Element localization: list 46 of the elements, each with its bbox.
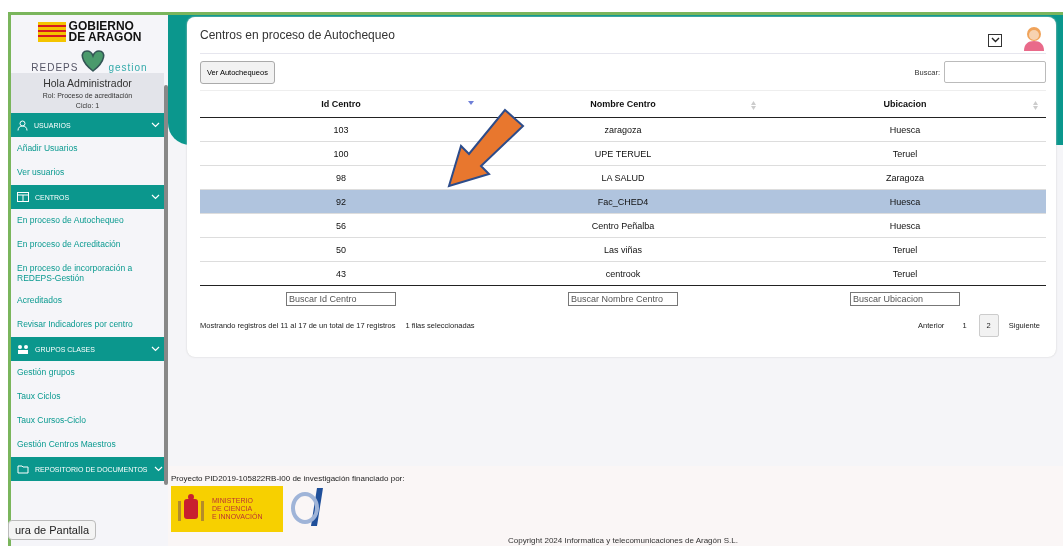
filter-field[interactable]: Buscar Ubicacion — [850, 292, 960, 306]
table-cell: 50 — [200, 237, 482, 262]
table-cell: 43 — [200, 261, 482, 286]
page-title: Centros en proceso de Autochequeo — [200, 28, 396, 42]
table-cell: Centro Peñalba — [482, 213, 764, 238]
user-icon — [17, 119, 28, 131]
column-header[interactable]: Id Centro — [200, 90, 482, 118]
chevron-down-icon — [151, 346, 160, 352]
funding-text: Proyecto PID2019-105822RB-I00 de investigación financiado por: — [171, 474, 406, 483]
filter-field[interactable]: Buscar Id Centro — [286, 292, 396, 306]
table-row[interactable]: 92 Fac_CHED4 Huesca — [200, 189, 1046, 214]
table-cell: 56 — [200, 213, 482, 238]
search-field[interactable] — [944, 61, 1046, 83]
table-cell: Fac_CHED4 — [482, 189, 764, 214]
brand-text: gestion — [108, 62, 148, 73]
table-row[interactable]: 43 centrook Teruel — [200, 261, 1046, 286]
table-cell: centrook — [482, 261, 764, 286]
table-cell: Huesca — [764, 117, 1046, 142]
brand-text: REDEPS — [31, 62, 79, 73]
table-cell: Teruel — [764, 237, 1046, 262]
table-cell: 92 — [200, 189, 482, 214]
logo-text: GOBIERNO DE ARAGON — [68, 21, 142, 43]
chevron-down-icon — [151, 194, 160, 200]
table-icon — [17, 192, 29, 202]
table-row[interactable]: 50 Las viñas Teruel — [200, 237, 1046, 262]
column-header[interactable]: Nombre Centro — [482, 90, 764, 118]
chevron-down-icon — [153, 466, 163, 472]
table-cell: Las viñas — [482, 237, 764, 262]
folder-icon — [17, 464, 29, 474]
scrollbar[interactable] — [164, 85, 168, 485]
tooltip: ura de Pantalla — [8, 520, 96, 540]
column-header[interactable]: Ubicacion — [764, 90, 1046, 118]
flag-icon — [37, 22, 66, 42]
table-row[interactable]: 56 Centro Peñalba Huesca — [200, 213, 1046, 238]
table-cell: Teruel — [764, 141, 1046, 166]
table-cell: Teruel — [764, 261, 1046, 286]
group-icon — [17, 344, 29, 354]
chevron-down-icon — [990, 37, 1000, 43]
copyright-text: Copyright 2024 Informatica y telecomunicaciones de Aragón S.L. — [508, 536, 738, 545]
dropdown-button[interactable] — [988, 33, 1002, 47]
greeting: Hola Administrador — [42, 77, 133, 89]
table-cell: Huesca — [764, 189, 1046, 214]
avatar-icon[interactable] — [1022, 25, 1046, 51]
filter-field[interactable]: Buscar Nombre Centro — [568, 292, 678, 306]
table-cell: Huesca — [764, 213, 1046, 238]
chevron-down-icon — [151, 122, 160, 128]
